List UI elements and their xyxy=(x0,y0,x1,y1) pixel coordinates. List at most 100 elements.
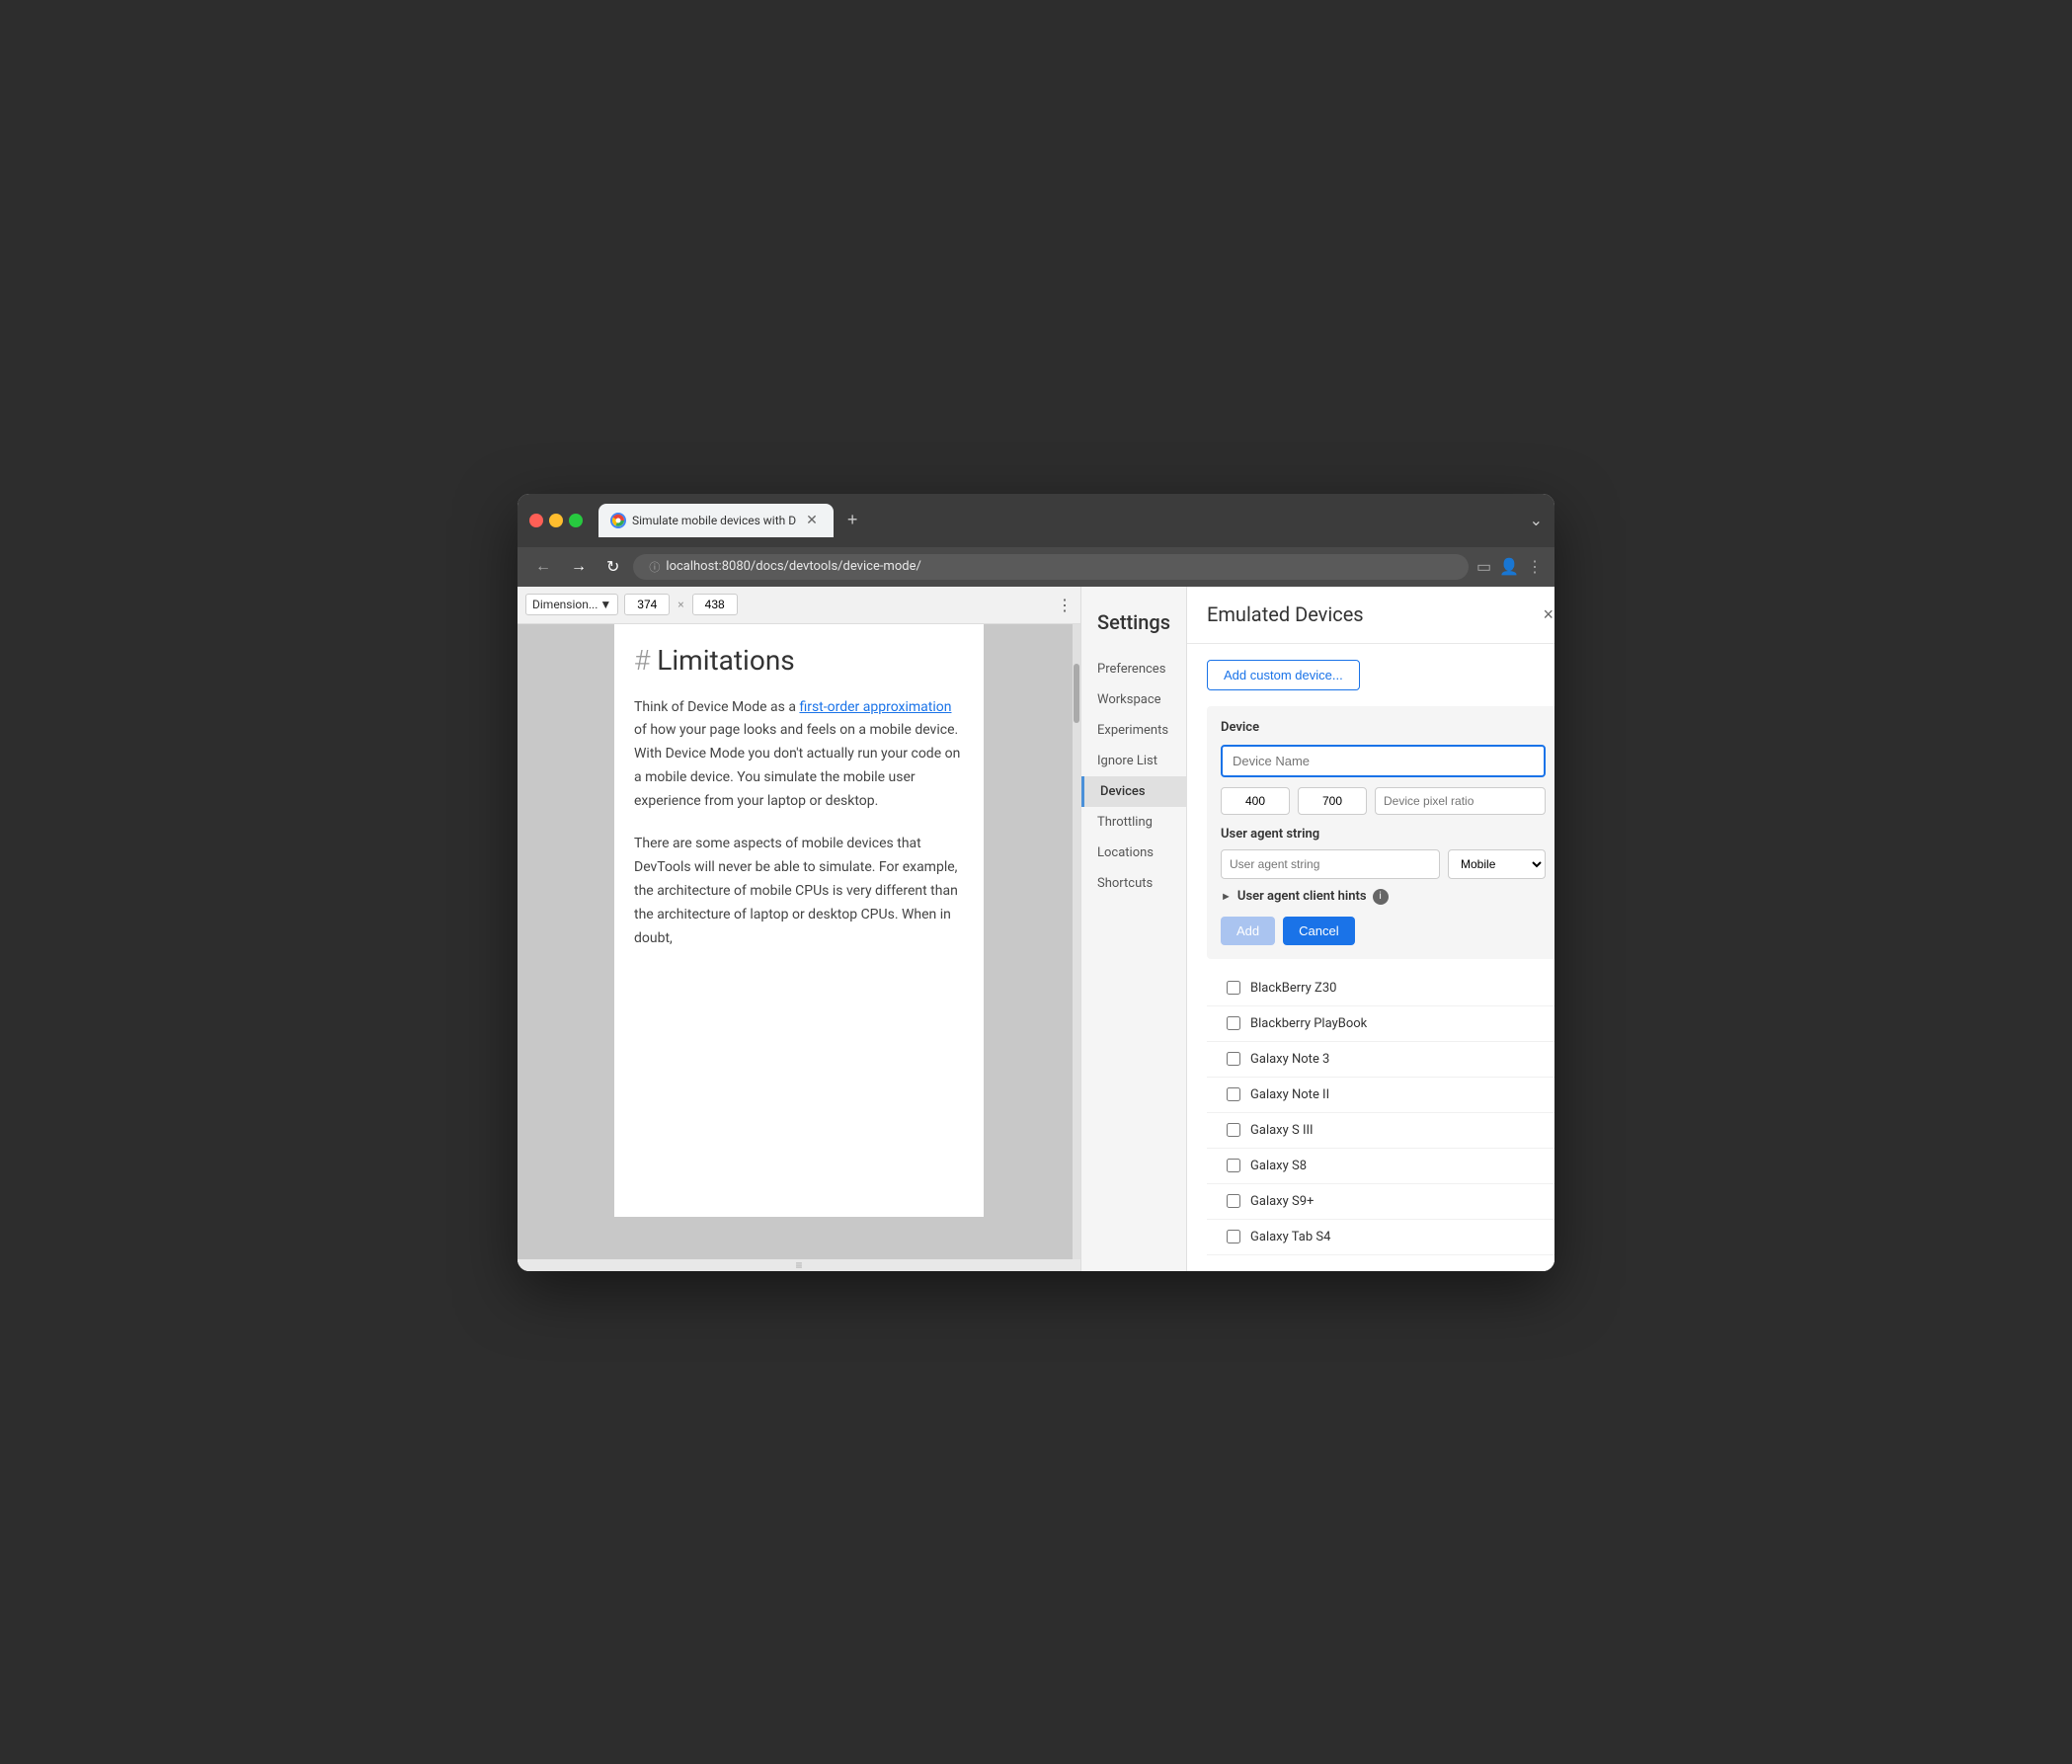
list-item: Galaxy S III xyxy=(1207,1113,1554,1149)
device-form: Device User agent string Mobile xyxy=(1207,706,1554,959)
dropdown-chevron-icon: ▼ xyxy=(599,598,611,611)
device-label-galaxy-tab-s4: Galaxy Tab S4 xyxy=(1250,1230,1540,1244)
height-input[interactable] xyxy=(692,594,738,615)
window-menu-icon[interactable]: ⌄ xyxy=(1530,511,1543,529)
ua-hints-label: User agent client hints xyxy=(1237,889,1367,904)
content-viewport: # Limitations Think of Device Mode as a … xyxy=(518,624,1080,1259)
list-item: Galaxy Note II xyxy=(1207,1078,1554,1113)
toolbar-more-icon[interactable]: ⋮ xyxy=(1057,596,1073,614)
device-checkbox-blackberry-z30[interactable] xyxy=(1227,981,1240,995)
sidebar-item-experiments[interactable]: Experiments xyxy=(1081,715,1186,746)
device-checkbox-galaxy-note-3[interactable] xyxy=(1227,1052,1240,1066)
device-name-input[interactable] xyxy=(1221,745,1546,777)
device-width-input[interactable] xyxy=(1221,787,1290,815)
device-checkbox-galaxy-s9-plus[interactable] xyxy=(1227,1194,1240,1208)
device-height-input[interactable] xyxy=(1298,787,1367,815)
device-checkbox-galaxy-tab-s4[interactable] xyxy=(1227,1230,1240,1243)
list-item: Galaxy S8 xyxy=(1207,1149,1554,1184)
device-dims xyxy=(1221,787,1546,815)
forward-button[interactable]: → xyxy=(565,556,593,578)
title-bar-right: ⌄ xyxy=(1530,511,1543,529)
add-device-submit-button[interactable]: Add xyxy=(1221,917,1275,945)
cancel-device-button[interactable]: Cancel xyxy=(1283,917,1354,945)
browser-window: Simulate mobile devices with D ✕ + ⌄ ← →… xyxy=(518,494,1554,1271)
settings-title: Settings xyxy=(1081,602,1186,654)
split-screen-icon[interactable]: ▭ xyxy=(1476,557,1491,576)
traffic-lights xyxy=(529,514,583,527)
settings-panel: Settings Preferences Workspace Experimen… xyxy=(1080,587,1554,1271)
profile-icon[interactable]: 👤 xyxy=(1499,557,1519,576)
heading-text: Limitations xyxy=(657,644,795,677)
paragraph-1: Think of Device Mode as a first-order ap… xyxy=(634,696,964,814)
emulated-body: Add custom device... Device User agent s… xyxy=(1187,644,1554,1271)
dimension-dropdown[interactable]: Dimension... ▼ xyxy=(525,594,618,615)
device-checkbox-galaxy-note-ii[interactable] xyxy=(1227,1087,1240,1101)
close-settings-button[interactable]: × xyxy=(1538,602,1555,627)
width-input[interactable] xyxy=(624,594,670,615)
device-checkbox-galaxy-s-iii[interactable] xyxy=(1227,1123,1240,1137)
more-options-icon[interactable]: ⋮ xyxy=(1527,557,1543,576)
back-button[interactable]: ← xyxy=(529,556,557,578)
settings-sidebar: Settings Preferences Workspace Experimen… xyxy=(1081,587,1187,1271)
device-label-blackberry-z30: BlackBerry Z30 xyxy=(1250,981,1540,996)
device-pixel-ratio-input[interactable] xyxy=(1375,787,1546,815)
user-agent-row: Mobile Desktop Tablet xyxy=(1221,849,1546,879)
maximize-window-button[interactable] xyxy=(569,514,583,527)
settings-content-header: Emulated Devices × xyxy=(1187,587,1554,644)
resize-handle-icon: ≡ xyxy=(795,1258,802,1271)
mobile-content: # Limitations Think of Device Mode as a … xyxy=(614,624,984,1217)
tab-bar: Simulate mobile devices with D ✕ + xyxy=(598,504,1522,537)
list-item: Blackberry PlayBook xyxy=(1207,1006,1554,1042)
first-order-link[interactable]: first-order approximation xyxy=(799,699,951,715)
sidebar-item-workspace[interactable]: Workspace xyxy=(1081,684,1186,715)
viewport-scrollbar[interactable] xyxy=(1073,624,1080,1259)
list-item: Galaxy S9+ xyxy=(1207,1184,1554,1220)
heading-hash: # xyxy=(634,644,650,677)
device-label-galaxy-note-ii: Galaxy Note II xyxy=(1250,1087,1540,1102)
ua-hints-toggle[interactable]: ► xyxy=(1221,890,1232,903)
active-tab[interactable]: Simulate mobile devices with D ✕ xyxy=(598,504,834,537)
device-label-galaxy-note-3: Galaxy Note 3 xyxy=(1250,1052,1540,1067)
dimension-separator: × xyxy=(677,598,683,611)
tab-close-button[interactable]: ✕ xyxy=(802,511,822,530)
paragraph-2: There are some aspects of mobile devices… xyxy=(634,833,964,950)
sidebar-item-devices[interactable]: Devices xyxy=(1081,776,1186,807)
device-checkbox-blackberry-playbook[interactable] xyxy=(1227,1016,1240,1030)
emulated-devices-title: Emulated Devices xyxy=(1207,602,1364,626)
sidebar-item-shortcuts[interactable]: Shortcuts xyxy=(1081,868,1186,899)
device-form-label: Device xyxy=(1221,720,1546,735)
sidebar-item-locations[interactable]: Locations xyxy=(1081,838,1186,868)
device-label-galaxy-s-iii: Galaxy S III xyxy=(1250,1123,1540,1138)
resize-handle[interactable]: ≡ xyxy=(518,1259,1080,1271)
new-tab-button[interactable]: + xyxy=(839,506,866,534)
title-bar: Simulate mobile devices with D ✕ + ⌄ xyxy=(518,494,1554,547)
page-heading: # Limitations xyxy=(634,644,964,677)
device-label-galaxy-s9-plus: Galaxy S9+ xyxy=(1250,1194,1540,1209)
user-agent-string-input[interactable] xyxy=(1221,849,1440,879)
refresh-button[interactable]: ↻ xyxy=(600,555,625,579)
tab-title: Simulate mobile devices with D xyxy=(632,514,796,527)
minimize-window-button[interactable] xyxy=(549,514,563,527)
address-bar: ← → ↻ ⓘ localhost:8080/docs/devtools/dev… xyxy=(518,547,1554,587)
list-item: Galaxy Tab S4 xyxy=(1207,1220,1554,1255)
add-custom-device-button[interactable]: Add custom device... xyxy=(1207,660,1360,690)
security-icon: ⓘ xyxy=(649,559,660,575)
form-actions: Add Cancel xyxy=(1221,917,1546,945)
sidebar-item-ignore-list[interactable]: Ignore List xyxy=(1081,746,1186,776)
sidebar-item-preferences[interactable]: Preferences xyxy=(1081,654,1186,684)
device-checkbox-galaxy-s8[interactable] xyxy=(1227,1159,1240,1172)
settings-content: Emulated Devices × Add custom device... … xyxy=(1187,587,1554,1271)
scrollbar-thumb[interactable] xyxy=(1074,664,1079,723)
url-display: localhost:8080/docs/devtools/device-mode… xyxy=(666,559,920,574)
device-label-blackberry-playbook: Blackberry PlayBook xyxy=(1250,1016,1540,1031)
url-bar[interactable]: ⓘ localhost:8080/docs/devtools/device-mo… xyxy=(633,554,1469,580)
user-agent-type-select[interactable]: Mobile Desktop Tablet xyxy=(1448,849,1546,879)
dimension-label: Dimension... xyxy=(532,598,598,611)
tab-favicon-icon xyxy=(610,513,626,528)
list-item: Galaxy Note 3 xyxy=(1207,1042,1554,1078)
close-window-button[interactable] xyxy=(529,514,543,527)
viewport-panel: Dimension... ▼ × ⋮ # Limitations Think xyxy=(518,587,1080,1271)
device-list: BlackBerry Z30 Blackberry PlayBook Galax… xyxy=(1207,971,1554,1255)
sidebar-item-throttling[interactable]: Throttling xyxy=(1081,807,1186,838)
info-icon[interactable]: i xyxy=(1373,889,1389,905)
